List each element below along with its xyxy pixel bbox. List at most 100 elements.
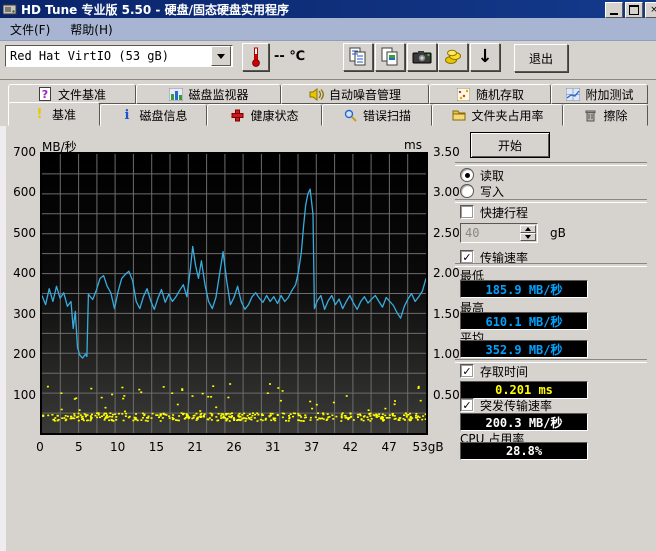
hd-tune-window: HD Tune 专业版 5.50 - 硬盘/固态硬盘实用程序 × 文件(F) 帮… [0,0,656,551]
tab-file-benchmark[interactable]: ? 文件基准 [8,84,136,104]
benchmark-panel: MB/秒 ms 700600500400300200100 3.503.002.… [0,126,656,551]
svg-text:?: ? [42,88,48,101]
start-button-label: 开始 [498,137,522,154]
x-axis-tick-label: 26 [217,440,251,454]
thermometer-icon [251,47,261,67]
health-icon [230,108,245,123]
checkbox-checked-icon: ✓ [460,398,474,412]
tab-label: 随机存取 [476,86,524,103]
copy-text-icon [349,47,367,67]
burst-rate-value-box: 200.3 MB/秒 [460,413,588,431]
menu-file[interactable]: 文件(F) [0,18,60,40]
minimize-icon [610,13,618,15]
x-axis-tick-label: 31 [256,440,290,454]
y-axis-tick-label: 200 [4,347,36,361]
export-results-button[interactable] [438,43,468,71]
cpu-usage-value: 28.8% [506,444,542,458]
drive-selector[interactable]: Red Hat VirtIO (53 gB) [5,45,233,67]
drive-selector-dropdown-button[interactable] [211,46,231,66]
write-radio-label: 写入 [480,183,504,200]
capacity-value: 40 [461,224,519,242]
tab-disk-info[interactable]: i 磁盘信息 [100,104,207,126]
menu-help[interactable]: 帮助(H) [60,18,122,40]
drive-selector-value: Red Hat VirtIO (53 gB) [6,49,210,63]
tab-zone: ? 文件基准 磁盘监视器 自动噪音管理 随机存取 [0,81,656,126]
grid-lines [42,154,426,433]
tab-disk-monitor[interactable]: 磁盘监视器 [136,84,281,104]
copy-image-icon [381,47,399,67]
tab-label: 基准 [52,106,76,123]
max-value: 610.1 MB/秒 [485,313,562,330]
title-bar: HD Tune 专业版 5.50 - 硬盘/固态硬盘实用程序 × [0,0,656,18]
tab-label: 文件基准 [58,86,106,103]
tab-label: 文件夹占用率 [471,107,543,124]
access-time-checkbox[interactable]: ✓ 存取时间 [460,364,528,378]
burst-rate-value: 200.3 MB/秒 [485,414,562,431]
temperature-button[interactable] [242,43,269,71]
tab-label: 磁盘信息 [139,107,187,124]
benchmark-plot [40,152,428,435]
window-title: HD Tune 专业版 5.50 - 硬盘/固态硬盘实用程序 [21,1,289,18]
tab-label: 健康状态 [250,107,298,124]
save-button[interactable]: ↓ [470,43,500,71]
y-axis-tick-label: 100 [4,388,36,402]
disk-info-icon: i [119,108,134,123]
temperature-value: -- ℃ [274,49,305,64]
exit-button[interactable]: 退出 [514,44,568,72]
file-benchmark-icon: ? [38,87,53,102]
tab-label: 错误扫描 [363,107,411,124]
short-stroke-label: 快捷行程 [480,204,528,221]
tab-aam[interactable]: 自动噪音管理 [281,84,429,104]
tab-folder-usage[interactable]: 文件夹占用率 [432,104,563,126]
y-axis-tick-label: 700 [4,145,36,159]
tab-extra-tests[interactable]: 附加测试 [551,84,648,104]
checkbox-checked-icon: ✓ [460,250,474,264]
maximize-icon [629,5,639,15]
capacity-spinner[interactable]: 40 [460,223,538,243]
menu-bar: 文件(F) 帮助(H) [0,18,656,41]
minimize-button[interactable] [605,2,623,18]
min-value-box: 185.9 MB/秒 [460,280,588,298]
transfer-rate-checkbox[interactable]: ✓ 传输速率 [460,250,528,264]
tab-label: 自动噪音管理 [329,86,401,103]
close-icon: × [650,6,656,15]
close-button[interactable]: × [645,2,656,18]
copy-text-button[interactable] [343,43,373,71]
short-stroke-checkbox[interactable]: 快捷行程 [460,205,528,219]
random-access-icon [456,87,471,102]
x-axis-tick-label: 0 [23,440,57,454]
spinner-up-button[interactable] [520,225,536,233]
tab-erase[interactable]: 擦除 [563,104,648,126]
read-radio[interactable]: 读取 [460,168,504,182]
tab-label: 磁盘监视器 [188,86,248,103]
tab-random-access[interactable]: 随机存取 [429,84,551,104]
cpu-usage-value-box: 28.8% [460,442,588,460]
tab-error-scan[interactable]: 错误扫描 [322,104,432,126]
start-button[interactable]: 开始 [470,132,550,158]
burst-rate-checkbox[interactable]: ✓ 突发传输速率 [460,398,552,412]
disk-monitor-icon [168,87,183,102]
capacity-unit-label: gB [550,226,566,240]
chevron-up-icon [525,227,531,231]
write-radio[interactable]: 写入 [460,184,504,198]
avg-value: 352.9 MB/秒 [485,341,562,358]
access-time-label: 存取时间 [480,363,528,380]
y-axis-tick-label: 600 [4,185,36,199]
screenshot-button[interactable] [407,43,437,71]
y-axis-tick-label: 500 [4,226,36,240]
app-disk-icon [3,3,17,15]
x-axis-tick-label: 15 [139,440,173,454]
chevron-down-icon [217,54,225,59]
tab-health[interactable]: 健康状态 [207,104,322,126]
x-axis-tick-label: 5 [62,440,96,454]
access-time-value: 0.201 ms [495,383,553,397]
chevron-down-icon [525,235,531,239]
save-down-icon: ↓ [477,48,492,66]
maximize-button[interactable] [625,2,643,18]
copy-image-button[interactable] [375,43,405,71]
checkbox-unchecked-icon [460,205,474,219]
benchmark-plot-svg [42,154,426,433]
spinner-down-button[interactable] [520,233,536,241]
min-value: 185.9 MB/秒 [485,281,562,298]
tab-benchmark[interactable]: ! 基准 [8,102,100,126]
